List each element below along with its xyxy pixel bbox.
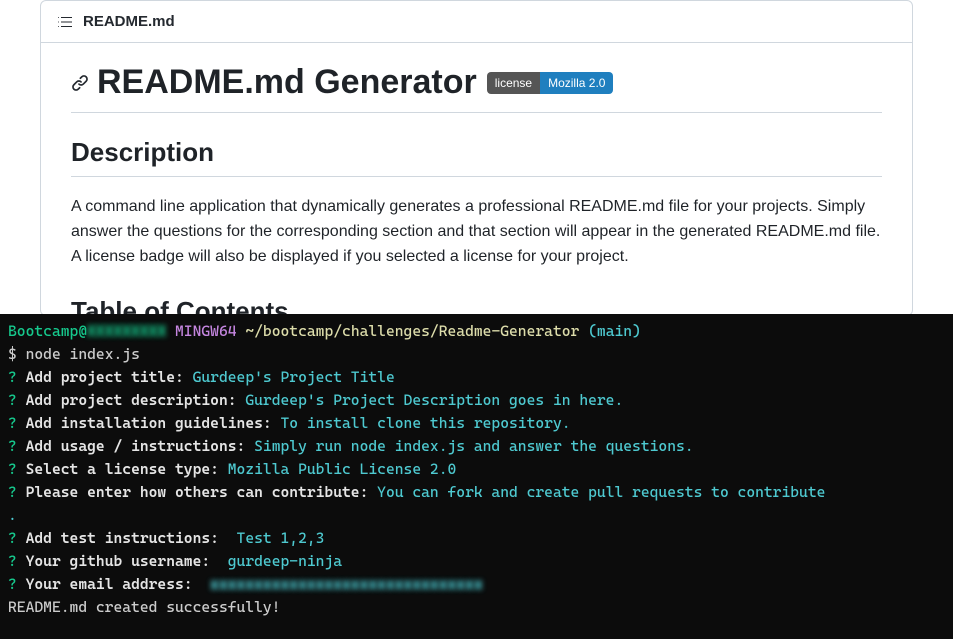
prompt-a4: Mozilla Public License 2.0 (228, 460, 457, 478)
prompt-user: Bootcamp@ (8, 322, 87, 340)
prompt-a2: To install clone this repository. (280, 414, 570, 432)
badge-label: license (487, 72, 540, 94)
prompt-a0: Gurdeep's Project Title (193, 368, 395, 386)
prompt-a6: Test 1,2,3 (228, 529, 325, 547)
q-mark: ? (8, 552, 17, 570)
q-mark: ? (8, 529, 17, 547)
q-mark: ? (8, 437, 17, 455)
description-heading: Description (71, 137, 882, 177)
prompt-a3: Simply run node index.js and answer the … (254, 437, 693, 455)
prompt-q4: Select a license type: (26, 460, 219, 478)
readme-filename: README.md (83, 13, 175, 30)
trailing-dot: . (8, 506, 17, 524)
readme-header: README.md (41, 1, 912, 43)
prompt-q3: Add usage / instructions: (26, 437, 246, 455)
prompt-path: ~/bootcamp/challenges/Readme-Generator (245, 322, 579, 340)
readme-body: README.md Generator license Mozilla 2.0 … (41, 43, 912, 315)
license-badge[interactable]: license Mozilla 2.0 (487, 72, 614, 94)
prompt-q0: Add project title: (26, 368, 184, 386)
q-mark: ? (8, 460, 17, 478)
page-title: README.md Generator (97, 63, 477, 102)
cmd-symbol: $ (8, 345, 17, 363)
prompt-host-blurred: XXXXXXXXX (87, 322, 166, 340)
badge-value: Mozilla 2.0 (540, 72, 613, 94)
link-icon[interactable] (71, 74, 89, 92)
q-mark: ? (8, 483, 17, 501)
prompt-q7: Your github username: (26, 552, 211, 570)
command: node index.js (26, 345, 140, 363)
success-msg: README.md created successfully! (8, 598, 280, 616)
prompt-a5: You can fork and create pull requests to… (377, 483, 825, 501)
prompt-q6: Add test instructions: (26, 529, 219, 547)
toc-heading-cutoff: Table of Contents (71, 297, 882, 315)
prompt-q5: Please enter how others can contribute: (26, 483, 369, 501)
title-row: README.md Generator license Mozilla 2.0 (71, 63, 882, 113)
q-mark: ? (8, 368, 17, 386)
prompt-q2: Add installation guidelines: (26, 414, 272, 432)
prompt-q1: Add project description: (26, 391, 237, 409)
prompt-a1: Gurdeep's Project Description goes in he… (245, 391, 623, 409)
description-text: A command line application that dynamica… (71, 195, 882, 269)
q-mark: ? (8, 391, 17, 409)
terminal[interactable]: Bootcamp@XXXXXXXXX MINGW64 ~/bootcamp/ch… (0, 314, 953, 639)
list-icon[interactable] (57, 14, 73, 30)
prompt-shell: MINGW64 (175, 322, 237, 340)
prompt-branch: (main) (588, 322, 641, 340)
prompt-a7: gurdeep-ninja (219, 552, 342, 570)
readme-panel: README.md README.md Generator license Mo… (40, 0, 913, 316)
prompt-email-q: Your email address: (26, 575, 193, 593)
q-mark: ? (8, 414, 17, 432)
email-blurred: xxxxxxxxxxxxxxxxxxxxxxxxxxxxxxx (210, 575, 482, 593)
q-mark: ? (8, 575, 17, 593)
